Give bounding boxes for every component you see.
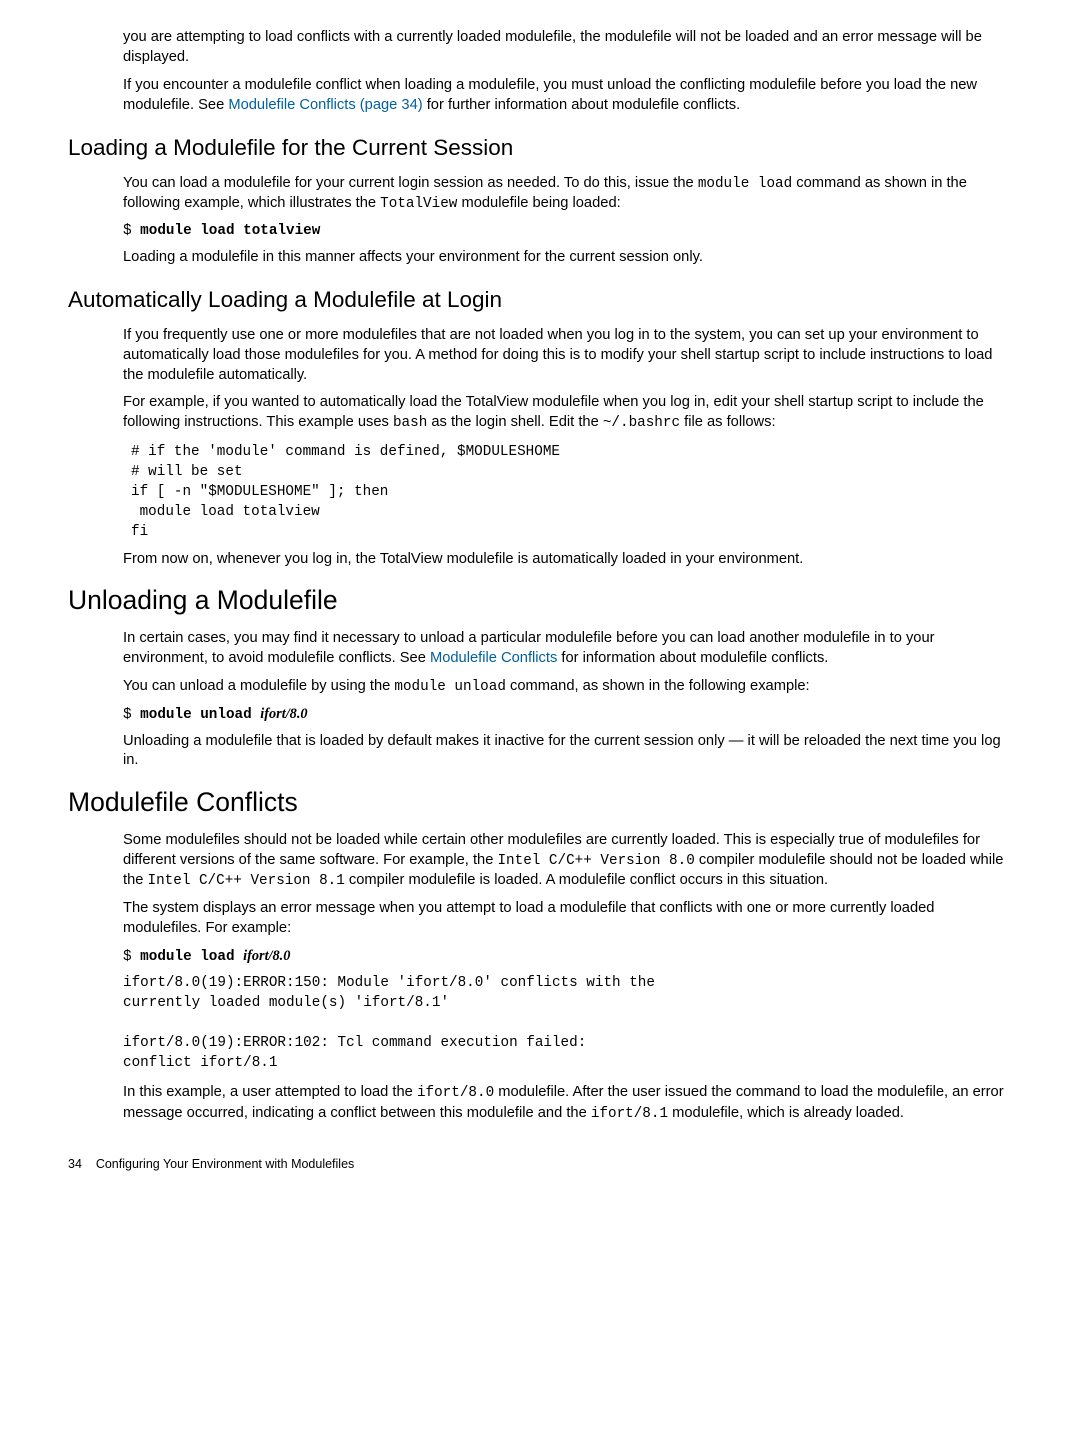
inline-code: Intel C/C++ Version 8.1 [148,873,345,889]
inline-code: ifort/8.0 [417,1085,494,1101]
page-number: 34 [68,1157,82,1171]
text: for information about modulefile conflic… [557,650,828,666]
code-line: $ module load totalview [123,222,1012,241]
command: module load [140,949,243,965]
text: compiler modulefile is loaded. A modulef… [345,872,828,888]
text: You can load a modulefile for your curre… [123,175,698,191]
code-line: $ module load ifort/8.0 [123,947,1012,967]
text: In this example, a user attempted to loa… [123,1084,417,1100]
text: for further information about modulefile… [423,97,741,113]
inline-code: module load [698,176,792,192]
link-modulefile-conflicts[interactable]: Modulefile Conflicts [430,650,557,666]
code-block: ifort/8.0(19):ERROR:150: Module 'ifort/8… [123,973,1012,1073]
code-line: $ module unload ifort/8.0 [123,705,1012,725]
paragraph: The system displays an error message whe… [123,899,1012,939]
prompt: $ [123,707,140,723]
code-block: # if the 'module' command is defined, $M… [131,442,1012,542]
text: You can unload a modulefile by using the [123,678,394,694]
heading-auto-loading: Automatically Loading a Modulefile at Lo… [68,285,1012,315]
inline-code: bash [393,415,427,431]
paragraph: Unloading a modulefile that is loaded by… [123,732,1012,772]
text: command, as shown in the following examp… [506,678,810,694]
prompt: $ [123,223,140,239]
text: file as follows: [680,414,776,430]
command-arg: ifort/8.0 [243,948,290,964]
paragraph: you are attempting to load conflicts wit… [123,28,1012,68]
command-arg: ifort/8.0 [260,706,307,722]
paragraph: Loading a modulefile in this manner affe… [123,248,1012,268]
inline-code: ~/.bashrc [603,415,680,431]
paragraph: For example, if you wanted to automatica… [123,393,1012,433]
inline-code: TotalView [380,196,457,212]
heading-unloading: Unloading a Modulefile [68,583,1012,619]
text: modulefile, which is already loaded. [668,1105,904,1121]
paragraph: You can load a modulefile for your curre… [123,174,1012,215]
paragraph: If you encounter a modulefile conflict w… [123,76,1012,116]
paragraph: You can unload a modulefile by using the… [123,677,1012,697]
prompt: $ [123,949,140,965]
command: module unload [140,707,260,723]
paragraph: If you frequently use one or more module… [123,326,1012,386]
footer-title: Configuring Your Environment with Module… [96,1157,354,1171]
inline-code: module unload [394,679,506,695]
page-footer: 34 Configuring Your Environment with Mod… [68,1156,1012,1173]
inline-code: Intel C/C++ Version 8.0 [497,853,694,869]
text: modulefile being loaded: [457,195,620,211]
paragraph: Some modulefiles should not be loaded wh… [123,831,1012,891]
paragraph: In this example, a user attempted to loa… [123,1083,1012,1124]
heading-modulefile-conflicts: Modulefile Conflicts [68,785,1012,821]
text: as the login shell. Edit the [427,414,603,430]
link-modulefile-conflicts-page[interactable]: Modulefile Conflicts (page 34) [228,97,422,113]
paragraph: In certain cases, you may find it necess… [123,629,1012,669]
heading-loading-current-session: Loading a Modulefile for the Current Ses… [68,133,1012,163]
command: module load totalview [140,223,320,239]
inline-code: ifort/8.1 [591,1106,668,1122]
paragraph: From now on, whenever you log in, the To… [123,550,1012,570]
